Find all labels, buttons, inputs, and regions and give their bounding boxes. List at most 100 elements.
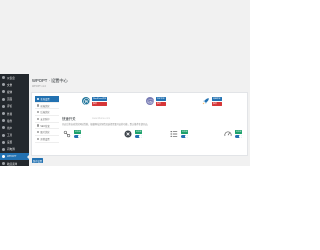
wordpress-logo-icon: W xyxy=(82,97,90,106)
wpopt-icon xyxy=(2,155,5,159)
pin-icon xyxy=(2,83,5,87)
sidebar-item-users[interactable]: 用户 xyxy=(0,124,29,131)
tab-security[interactable]: 安全防护 xyxy=(35,116,59,123)
svg-text:W: W xyxy=(84,100,88,104)
circle-icon xyxy=(36,137,39,141)
brush-icon xyxy=(2,112,5,116)
tab-backend[interactable]: 后端优化 xyxy=(35,109,59,117)
product-tag: PHP优化 xyxy=(156,97,166,101)
tab-label: 后端优化 xyxy=(40,112,50,115)
settings-panel: 全局设置 前端优化 后端优化 安全防护 SEO优化 图片优化 其他设置 W Wo… xyxy=(31,92,248,156)
sidebar-item-label: 媒体 xyxy=(7,90,13,94)
tab-label: 前端优化 xyxy=(40,105,50,108)
sidebar-item-media[interactable]: 媒体 xyxy=(0,88,29,95)
tab-other[interactable]: 其他设置 xyxy=(35,136,59,143)
feature-switch: 已开启 xyxy=(63,130,82,139)
product-card[interactable]: php PHP优化 推荐 xyxy=(146,97,166,106)
speedometer-icon xyxy=(224,130,232,138)
block-icon xyxy=(124,130,132,138)
sidebar-item-label: 插件 xyxy=(7,119,13,123)
sidebar-item-label: 外观 xyxy=(7,112,13,116)
sidebar-item-label: 闪电博 xyxy=(7,148,15,152)
settings-tabs: 全局设置 前端优化 后端优化 安全防护 SEO优化 图片优化 其他设置 xyxy=(35,96,59,143)
comment-icon xyxy=(2,104,5,108)
sidebar-item-label: 设置 xyxy=(7,141,13,145)
product-tag: WordPress优化 xyxy=(92,97,108,101)
dashboard-icon xyxy=(2,76,5,80)
tab-label: 其他设置 xyxy=(40,138,50,141)
list-icon xyxy=(170,130,178,138)
feature-toggle[interactable] xyxy=(135,134,142,139)
circle-icon xyxy=(36,131,39,134)
sidebar-item-label: 仪表盘 xyxy=(7,76,15,80)
sidebar-item-label: 页面 xyxy=(7,98,13,102)
sidebar-item-dashboard[interactable]: 仪表盘 xyxy=(0,74,29,81)
admin-screen: 仪表盘 文章 媒体 页面 评论 外观 插件 用户 工具 设置 闪电博 WPOPT… xyxy=(0,0,250,166)
sidebar-collapse-menu[interactable]: 收起菜单 xyxy=(0,160,29,167)
feature-switch: 已开启 xyxy=(124,130,143,139)
page-title: WPOPT · 设置中心 xyxy=(32,78,68,83)
feature-status-tag: 已开启 xyxy=(135,130,143,134)
sidebar-item-label: 文章 xyxy=(7,83,13,87)
sidebar-item-plugins[interactable]: 插件 xyxy=(0,117,29,124)
product-card[interactable]: W WordPress优化 推荐 xyxy=(82,97,108,106)
tab-label: 全局设置 xyxy=(40,98,50,101)
save-button[interactable]: 保存设置 xyxy=(32,158,43,163)
product-card[interactable]: 加速优化 推荐 xyxy=(202,97,222,106)
plugin-icon xyxy=(2,119,5,123)
tab-frontend[interactable]: 前端优化 xyxy=(35,103,59,110)
product-badge: 推荐 xyxy=(212,101,222,106)
feature-toggle[interactable] xyxy=(181,134,188,139)
sidebar-item-settings[interactable]: 设置 xyxy=(0,139,29,146)
sidebar-item-comments[interactable]: 评论 xyxy=(0,103,29,110)
product-badge: 推荐 xyxy=(156,101,166,106)
product-tag: 加速优化 xyxy=(212,97,222,101)
circle-icon xyxy=(36,117,39,121)
feature-status-tag: 已开启 xyxy=(235,130,243,134)
admin-sidebar: 仪表盘 文章 媒体 页面 评论 外观 插件 用户 工具 设置 闪电博 WPOPT… xyxy=(0,74,29,166)
tab-label: 图片优化 xyxy=(40,132,50,135)
section-description: 开启后将自动优化网站性能，根据网站实际情况选择需要开启的功能，默认推荐全部开启。 xyxy=(62,124,150,126)
circle-icon xyxy=(36,111,39,114)
bolt-icon xyxy=(2,147,5,151)
watermark-text: www.ithome.com xyxy=(92,116,111,120)
tab-global[interactable]: 全局设置 xyxy=(35,96,59,103)
wrench-icon xyxy=(2,133,5,137)
feature-toggle[interactable] xyxy=(235,134,242,139)
sidebar-item-tools[interactable]: 工具 xyxy=(0,132,29,139)
sidebar-item-label: 工具 xyxy=(7,134,13,138)
sidebar-item-plugin-vendor[interactable]: 闪电博 xyxy=(0,146,29,153)
sidebar-item-wpopt[interactable]: WPOPT xyxy=(0,153,29,161)
sidebar-item-label: 评论 xyxy=(7,105,13,109)
tab-images[interactable]: 图片优化 xyxy=(35,129,59,137)
page-subtitle: WPOPT v1.0 xyxy=(32,85,46,88)
sidebar-item-posts[interactable]: 文章 xyxy=(0,81,29,88)
media-icon xyxy=(2,90,5,94)
php-logo-icon: php xyxy=(146,97,154,106)
nodes-icon xyxy=(63,130,71,138)
feature-status-tag: 已开启 xyxy=(181,130,189,134)
gear-icon xyxy=(2,140,5,144)
feature-status-tag: 已开启 xyxy=(74,130,82,134)
collapse-icon xyxy=(2,162,5,166)
user-icon xyxy=(2,126,5,130)
feature-switch: 已开启 xyxy=(170,130,189,139)
section-title: 快速开关 xyxy=(62,117,76,121)
sidebar-item-label: 用户 xyxy=(7,126,13,130)
sidebar-item-appearance[interactable]: 外观 xyxy=(0,110,29,117)
page-icon xyxy=(2,97,5,101)
sidebar-item-pages[interactable]: 页面 xyxy=(0,96,29,103)
tab-content: W WordPress优化 推荐 php PHP优化 推荐 加速优化 推荐 快速… xyxy=(62,93,248,157)
svg-text:php: php xyxy=(148,101,153,103)
page-header: WPOPT · 设置中心 WPOPT v1.0 xyxy=(32,78,68,88)
circle-icon xyxy=(36,97,39,101)
circle-icon xyxy=(36,104,39,107)
product-badge: 推荐 xyxy=(92,101,108,106)
tab-seo[interactable]: SEO优化 xyxy=(35,123,59,130)
circle-icon xyxy=(36,124,39,127)
sidebar-item-label: WPOPT xyxy=(7,155,17,159)
feature-toggle[interactable] xyxy=(74,134,81,139)
rocket-icon xyxy=(202,97,210,105)
feature-switch: 已开启 xyxy=(224,130,243,139)
tab-label: 安全防护 xyxy=(40,118,50,121)
